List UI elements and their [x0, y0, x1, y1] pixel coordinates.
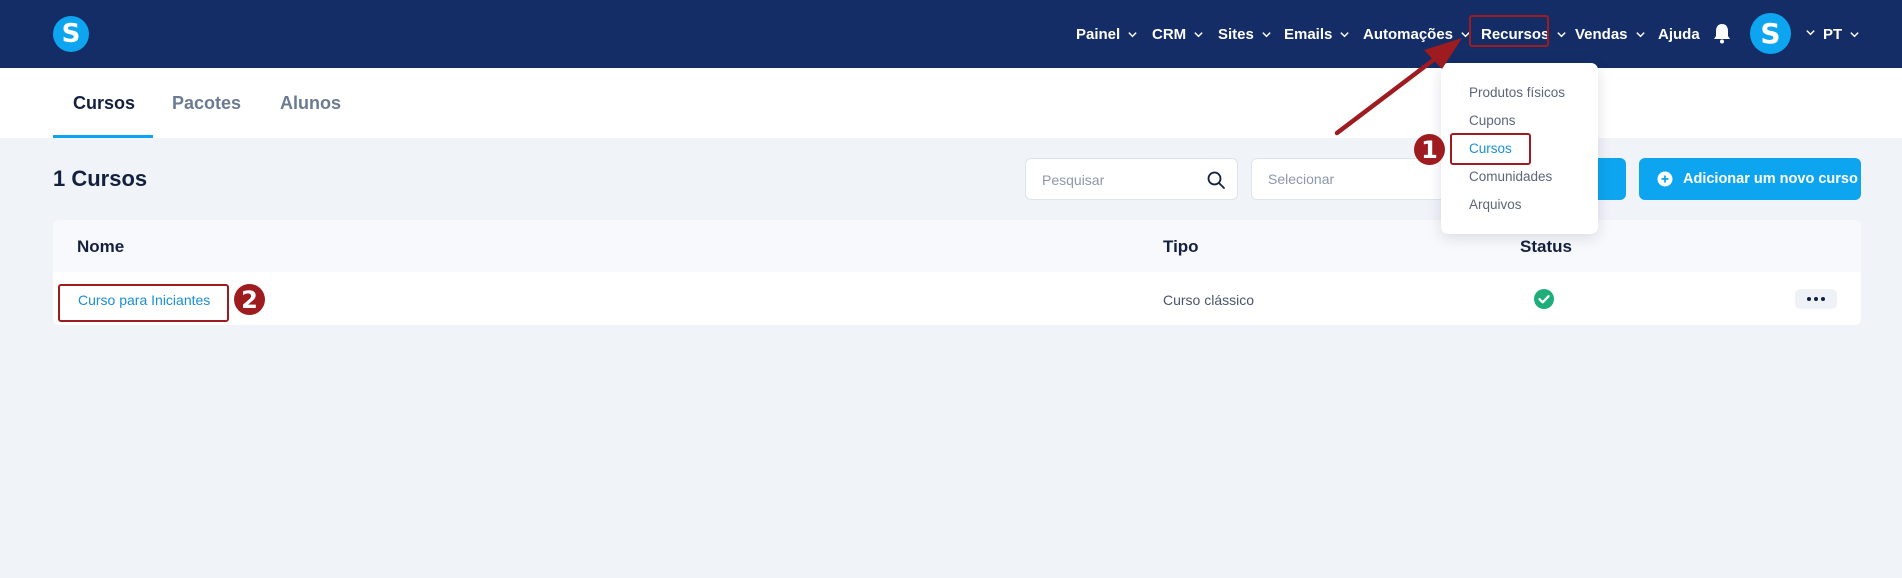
top-navigation: S Painel CRM Sites Emails Automações Rec…: [0, 0, 1902, 68]
nav-item-automacoes[interactable]: Automações: [1363, 0, 1471, 68]
search-icon[interactable]: [1206, 170, 1226, 190]
chevron-down-icon: [1340, 31, 1350, 37]
user-avatar[interactable]: S: [1750, 13, 1791, 54]
menu-item-cursos[interactable]: Cursos: [1469, 141, 1512, 156]
nav-item-recursos[interactable]: Recursos: [1481, 0, 1567, 68]
plus-circle-icon: [1657, 171, 1673, 187]
page-title: 1 Cursos: [53, 166, 148, 191]
column-header-type[interactable]: Tipo: [1163, 237, 1199, 257]
chevron-down-icon: [1194, 31, 1203, 37]
tab-bar: Cursos Pacotes Alunos: [0, 68, 1902, 138]
chevron-down-icon: [1128, 31, 1137, 37]
language-selector[interactable]: PT: [1823, 0, 1860, 68]
step-marker-1: 1: [1414, 134, 1445, 165]
search-field[interactable]: [1025, 158, 1238, 200]
chevron-down-icon: [1557, 31, 1567, 37]
select-placeholder: Selecionar: [1268, 171, 1335, 187]
tab-cursos[interactable]: Cursos: [73, 68, 135, 138]
active-tab-indicator: [53, 135, 153, 138]
nav-item-painel[interactable]: Painel: [1076, 0, 1138, 68]
table-row: Curso para Iniciantes Curso clássico: [53, 272, 1861, 325]
chevron-down-icon: [1850, 31, 1859, 37]
bell-icon[interactable]: [1712, 22, 1732, 44]
nav-item-emails[interactable]: Emails: [1284, 0, 1350, 68]
nav-item-vendas[interactable]: Vendas: [1575, 0, 1646, 68]
tab-alunos[interactable]: Alunos: [280, 68, 341, 138]
step-marker-2: 2: [234, 284, 265, 315]
course-name-link[interactable]: Curso para Iniciantes: [78, 292, 210, 308]
column-header-status[interactable]: Status: [1520, 237, 1572, 257]
check-circle-icon: [1534, 289, 1554, 309]
menu-item-cupons[interactable]: Cupons: [1469, 113, 1516, 128]
menu-item-comunidades[interactable]: Comunidades: [1469, 169, 1552, 184]
recursos-dropdown-menu: Produtos físicos Cupons Cursos Comunidad…: [1441, 63, 1598, 234]
search-input[interactable]: [1042, 169, 1192, 191]
chevron-down-icon[interactable]: [1805, 27, 1816, 38]
nav-item-crm[interactable]: CRM: [1152, 0, 1204, 68]
course-type: Curso clássico: [1163, 292, 1255, 308]
menu-item-arquivos[interactable]: Arquivos: [1469, 197, 1522, 212]
chevron-down-icon: [1461, 31, 1470, 37]
add-course-button[interactable]: Adicionar um novo curso: [1639, 158, 1861, 200]
nav-item-ajuda[interactable]: Ajuda: [1658, 0, 1700, 68]
column-header-name[interactable]: Nome: [77, 237, 124, 257]
chevron-down-icon: [1635, 31, 1645, 37]
more-dots-icon: [1807, 297, 1811, 301]
status-select[interactable]: Selecionar: [1251, 158, 1451, 200]
tab-pacotes[interactable]: Pacotes: [172, 68, 241, 138]
chevron-down-icon: [1262, 31, 1271, 37]
app-logo[interactable]: S: [53, 16, 89, 52]
menu-item-produtos-fisicos[interactable]: Produtos físicos: [1469, 85, 1565, 100]
row-actions-button[interactable]: [1795, 289, 1837, 309]
nav-item-sites[interactable]: Sites: [1218, 0, 1272, 68]
